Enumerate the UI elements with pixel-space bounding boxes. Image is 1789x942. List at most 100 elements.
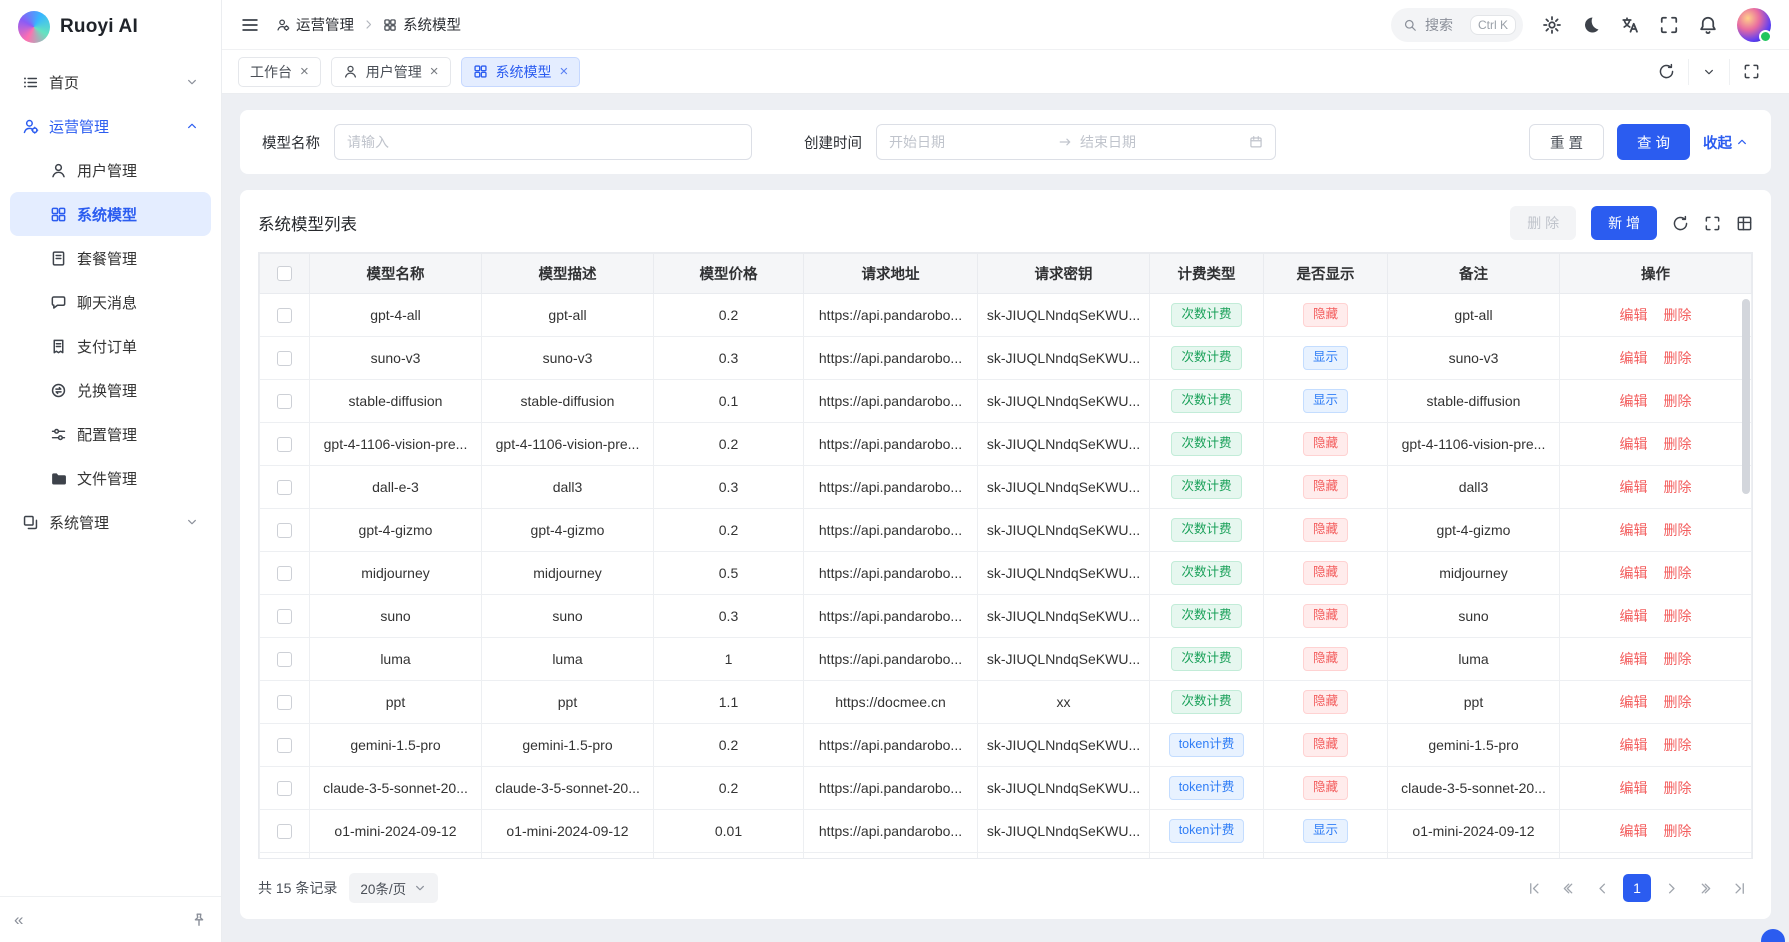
sidebar-item-package[interactable]: 套餐管理 — [10, 236, 211, 280]
cell-request-key: sk-JIUQLNndqSeKWU... — [978, 638, 1150, 681]
row-checkbox[interactable] — [277, 781, 292, 796]
row-checkbox[interactable] — [277, 523, 292, 538]
close-icon[interactable]: × — [430, 64, 439, 79]
dark-mode-moon-icon[interactable] — [1581, 15, 1601, 35]
delete-link[interactable]: 删除 — [1664, 393, 1692, 409]
delete-link[interactable]: 删除 — [1664, 608, 1692, 624]
jump-forward-button[interactable] — [1692, 875, 1719, 902]
table-refresh-icon[interactable] — [1672, 215, 1689, 232]
sidebar-item-model[interactable]: 系统模型 — [10, 192, 211, 236]
delete-link[interactable]: 删除 — [1664, 737, 1692, 753]
first-page-button[interactable] — [1521, 875, 1548, 902]
sidebar-item-system[interactable]: 系统管理 — [10, 500, 211, 544]
hamburger-menu-icon[interactable] — [240, 15, 260, 35]
delete-link[interactable]: 删除 — [1664, 307, 1692, 323]
tab-refresh-button[interactable] — [1645, 59, 1688, 85]
close-icon[interactable]: × — [300, 64, 309, 79]
sidebar-item-operations[interactable]: 运营管理 — [10, 104, 211, 148]
sidebar-item-home[interactable]: 首页 — [10, 60, 211, 104]
pin-icon[interactable] — [191, 912, 207, 928]
notifications-bell-icon[interactable] — [1698, 15, 1718, 35]
delete-link[interactable]: 删除 — [1664, 479, 1692, 495]
reset-button[interactable]: 重 置 — [1529, 124, 1604, 160]
collapse-sidebar-icon[interactable]: « — [14, 911, 23, 928]
edit-link[interactable]: 编辑 — [1620, 737, 1648, 753]
tab-list-dropdown[interactable] — [1688, 59, 1729, 85]
table-scrollbar[interactable] — [1742, 299, 1750, 494]
delete-button[interactable]: 删 除 — [1510, 206, 1576, 240]
cell-request-url: https://api.pandarobo... — [804, 466, 978, 509]
delete-link[interactable]: 删除 — [1664, 436, 1692, 452]
sidebar-item-config[interactable]: 配置管理 — [10, 412, 211, 456]
edit-link[interactable]: 编辑 — [1620, 780, 1648, 796]
breadcrumb-item[interactable]: 运营管理 — [276, 14, 354, 35]
close-icon[interactable]: × — [560, 64, 569, 79]
edit-link[interactable]: 编辑 — [1620, 436, 1648, 452]
edit-link[interactable]: 编辑 — [1620, 350, 1648, 366]
edit-link[interactable]: 编辑 — [1620, 651, 1648, 667]
delete-link[interactable]: 删除 — [1664, 651, 1692, 667]
row-checkbox[interactable] — [277, 824, 292, 839]
logo-icon — [18, 11, 50, 43]
sidebar-item-payment[interactable]: 支付订单 — [10, 324, 211, 368]
cell-model-desc: dall3 — [482, 466, 654, 509]
sidebar-item-file[interactable]: 文件管理 — [10, 456, 211, 500]
jump-back-button[interactable] — [1555, 875, 1582, 902]
row-checkbox[interactable] — [277, 695, 292, 710]
delete-link[interactable]: 删除 — [1664, 565, 1692, 581]
row-checkbox[interactable] — [277, 566, 292, 581]
fullscreen-icon[interactable] — [1659, 15, 1679, 35]
folder-icon — [50, 470, 67, 487]
row-checkbox[interactable] — [277, 437, 292, 452]
page-size-select[interactable]: 20条/页 — [349, 873, 438, 903]
sidebar-item-user[interactable]: 用户管理 — [10, 148, 211, 192]
add-button[interactable]: 新 增 — [1591, 206, 1657, 240]
sidebar-item-redeem[interactable]: 兑换管理 — [10, 368, 211, 412]
row-checkbox[interactable] — [277, 394, 292, 409]
language-translate-icon[interactable] — [1620, 15, 1640, 35]
edit-link[interactable]: 编辑 — [1620, 479, 1648, 495]
row-checkbox[interactable] — [277, 480, 292, 495]
table-fullscreen-icon[interactable] — [1704, 215, 1721, 232]
row-checkbox[interactable] — [277, 351, 292, 366]
row-checkbox[interactable] — [277, 609, 292, 624]
row-checkbox[interactable] — [277, 652, 292, 667]
tab-label: 工作台 — [250, 62, 292, 82]
edit-link[interactable]: 编辑 — [1620, 694, 1648, 710]
delete-link[interactable]: 删除 — [1664, 780, 1692, 796]
global-search[interactable]: 搜索 Ctrl K — [1391, 8, 1523, 42]
last-page-button[interactable] — [1726, 875, 1753, 902]
select-all-checkbox[interactable] — [277, 266, 292, 281]
delete-link[interactable]: 删除 — [1664, 522, 1692, 538]
edit-link[interactable]: 编辑 — [1620, 307, 1648, 323]
tab-system-model[interactable]: 系统模型× — [461, 57, 581, 87]
billing-type-tag: 次数计费 — [1171, 690, 1241, 714]
delete-link[interactable]: 删除 — [1664, 694, 1692, 710]
row-checkbox[interactable] — [277, 738, 292, 753]
column-settings-icon[interactable] — [1736, 215, 1753, 232]
row-checkbox[interactable] — [277, 308, 292, 323]
tab-workbench[interactable]: 工作台 × — [238, 57, 321, 87]
edit-link[interactable]: 编辑 — [1620, 823, 1648, 839]
user-avatar[interactable] — [1737, 8, 1771, 42]
edit-link[interactable]: 编辑 — [1620, 522, 1648, 538]
current-page-button[interactable]: 1 — [1623, 874, 1651, 902]
collapse-filter-link[interactable]: 收起 — [1703, 132, 1749, 153]
content-fullscreen-button[interactable] — [1729, 59, 1773, 85]
delete-link[interactable]: 删除 — [1664, 823, 1692, 839]
search-button[interactable]: 查 询 — [1617, 124, 1690, 160]
next-page-button[interactable] — [1658, 875, 1685, 902]
breadcrumb-item[interactable]: 系统模型 — [383, 14, 461, 35]
edit-link[interactable]: 编辑 — [1620, 608, 1648, 624]
sidebar-item-chat[interactable]: 聊天消息 — [10, 280, 211, 324]
model-name-input[interactable] — [334, 124, 752, 160]
tab-user-management[interactable]: 用户管理× — [331, 57, 451, 87]
prev-page-button[interactable] — [1589, 875, 1616, 902]
settings-gear-icon[interactable] — [1542, 15, 1562, 35]
edit-link[interactable]: 编辑 — [1620, 393, 1648, 409]
edit-link[interactable]: 编辑 — [1620, 565, 1648, 581]
cell-request-key: sk-JIUQLNndqSeKWU... — [978, 294, 1150, 337]
create-time-range-picker[interactable]: 开始日期 结束日期 — [876, 124, 1276, 160]
delete-link[interactable]: 删除 — [1664, 350, 1692, 366]
logo[interactable]: Ruoyi AI — [0, 0, 221, 54]
